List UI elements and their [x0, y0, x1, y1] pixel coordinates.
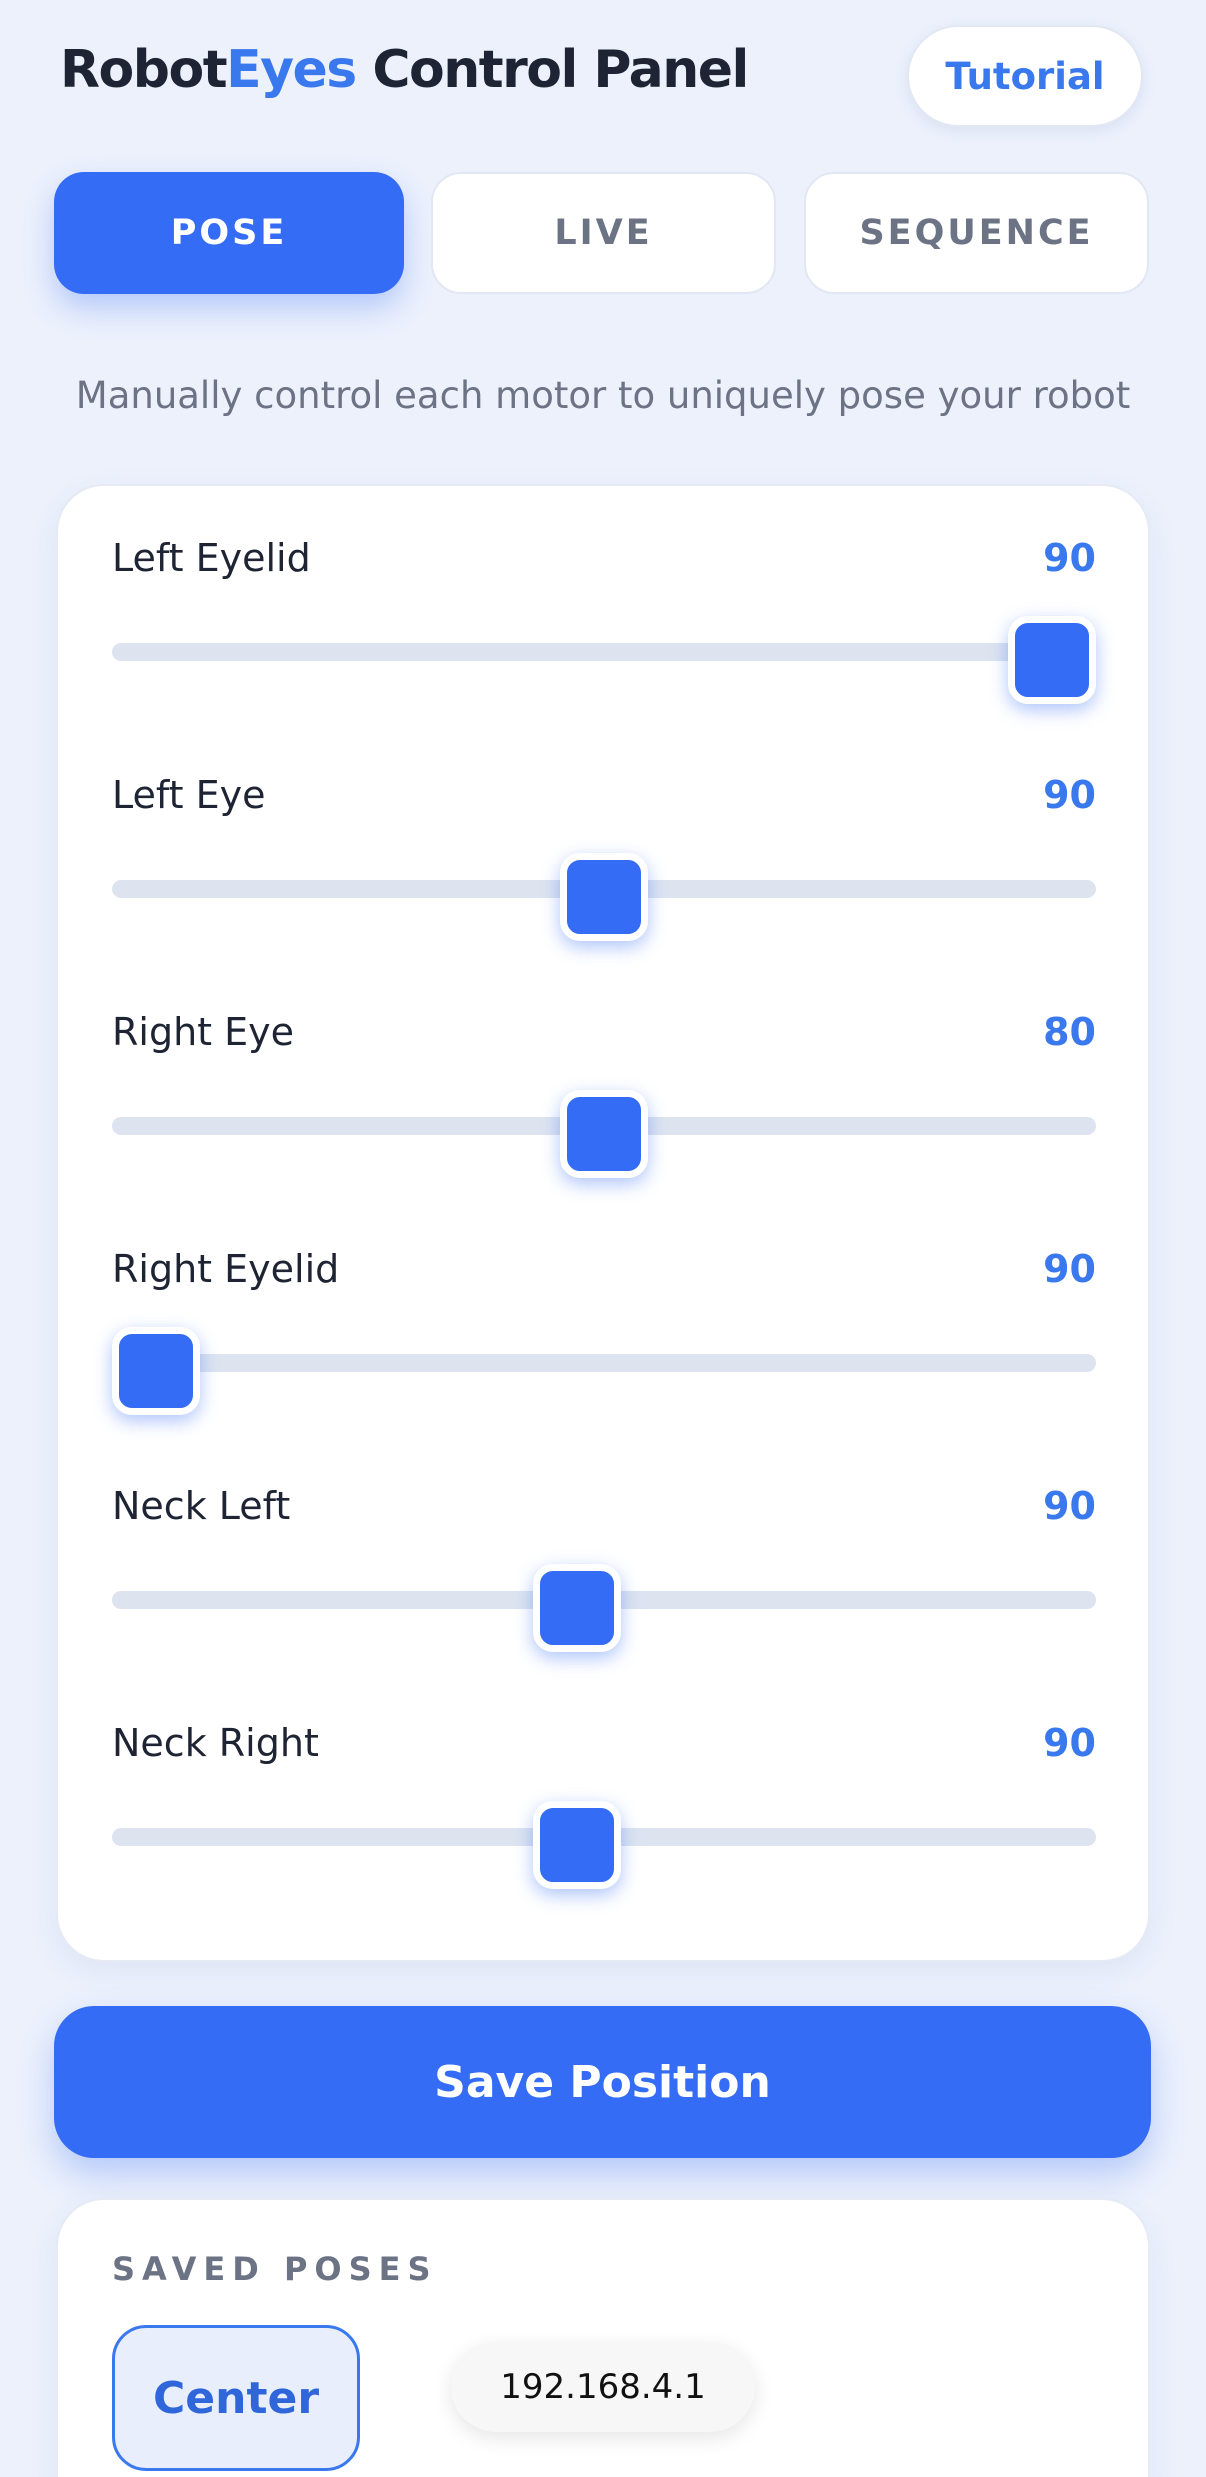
slider-thumb[interactable] [112, 1327, 200, 1415]
slider-thumb[interactable] [1008, 616, 1096, 704]
slider-label: Left Eye [112, 773, 266, 817]
slider-value: 90 [1043, 1484, 1096, 1528]
tutorial-button[interactable]: Tutorial [907, 25, 1143, 127]
slider-right-eye: Right Eye 80 [112, 960, 1096, 1178]
slider-value: 80 [1043, 1010, 1096, 1054]
save-position-button[interactable]: Save Position [54, 2006, 1151, 2158]
slider-thumb[interactable] [560, 853, 648, 941]
slider-label: Neck Right [112, 1721, 319, 1765]
title-control-panel: Control Panel [355, 40, 749, 100]
saved-poses-card: SAVED POSES Center [56, 2198, 1150, 2477]
slider-track[interactable] [112, 1354, 1096, 1372]
slider-value: 90 [1043, 1721, 1096, 1765]
slider-thumb[interactable] [560, 1090, 648, 1178]
title-eyes: Eyes [226, 40, 357, 100]
slider-left-eye: Left Eye 90 [112, 723, 1096, 941]
saved-poses-heading: SAVED POSES [112, 2250, 438, 2288]
title-robot: Robot [60, 40, 228, 100]
slider-value: 90 [1043, 1247, 1096, 1291]
slider-value: 90 [1043, 536, 1096, 580]
slider-thumb[interactable] [533, 1801, 622, 1889]
slider-track[interactable] [112, 643, 1096, 661]
slider-right-eyelid: Right Eyelid 90 [112, 1197, 1096, 1415]
header: RobotEyes Control Panel Tutorial [0, 0, 1206, 150]
tab-sequence[interactable]: SEQUENCE [804, 172, 1149, 294]
tab-pose[interactable]: POSE [54, 172, 404, 294]
saved-pose-center[interactable]: Center [112, 2325, 360, 2471]
ip-address-badge: 192.168.4.1 [451, 2342, 755, 2432]
control-panel-page: RobotEyes Control Panel Tutorial POSE LI… [0, 0, 1206, 2477]
tab-live[interactable]: LIVE [431, 172, 776, 294]
slider-neck-left: Neck Left 90 [112, 1434, 1096, 1652]
slider-label: Right Eye [112, 1010, 295, 1054]
mode-description: Manually control each motor to uniquely … [75, 374, 1131, 417]
slider-label: Left Eyelid [112, 536, 311, 580]
slider-thumb[interactable] [533, 1564, 622, 1652]
slider-neck-right: Neck Right 90 [112, 1671, 1096, 1889]
page-title: RobotEyes Control Panel [60, 40, 749, 100]
slider-left-eyelid: Left Eyelid 90 [112, 486, 1096, 704]
slider-label: Neck Left [112, 1484, 291, 1528]
slider-value: 90 [1043, 773, 1096, 817]
slider-label: Right Eyelid [112, 1247, 340, 1291]
motor-sliders-card: Left Eyelid 90 Left Eye 90 Right Eye 80 … [56, 484, 1150, 1962]
